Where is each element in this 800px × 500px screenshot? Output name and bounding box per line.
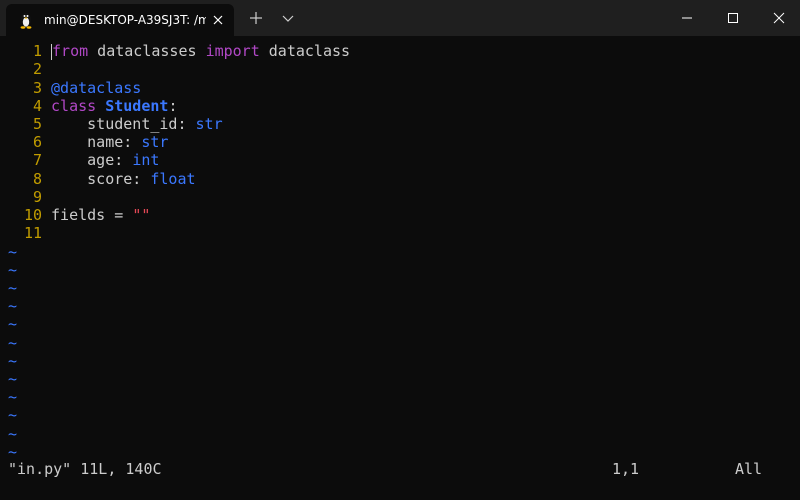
code-text: : xyxy=(168,97,178,115)
code-line: 10 fields = "" xyxy=(8,206,150,224)
minimize-icon xyxy=(682,17,692,19)
code-line: 9 xyxy=(8,188,42,206)
terminal-body[interactable]: 1 from dataclasses import dataclass 2 3 … xyxy=(0,36,800,500)
keyword: import xyxy=(205,42,260,60)
line-number: 9 xyxy=(32,188,42,206)
new-tab-plus-icon[interactable] xyxy=(246,8,266,28)
code-text: dataclass xyxy=(259,42,351,60)
type-name: float xyxy=(150,170,196,188)
code-line: 4 class Student: xyxy=(8,97,178,115)
type-name: str xyxy=(141,133,169,151)
code-text: dataclasses xyxy=(88,42,206,60)
code-text: fields = xyxy=(51,206,133,224)
empty-line-tilde: ~ xyxy=(8,352,18,370)
code-text: student_id: xyxy=(51,115,196,133)
code-line: 1 from dataclasses import dataclass xyxy=(8,42,350,60)
empty-line-tilde: ~ xyxy=(8,406,18,424)
type-name: str xyxy=(195,115,223,133)
line-number: 5 xyxy=(32,115,42,133)
keyword: class xyxy=(51,97,97,115)
empty-line-tilde: ~ xyxy=(8,425,18,443)
code-line: 11 xyxy=(8,224,42,242)
empty-line-tilde: ~ xyxy=(8,297,18,315)
status-cursor-position: 1,1 xyxy=(612,460,640,478)
empty-line-tilde: ~ xyxy=(8,261,18,279)
string-literal: "" xyxy=(132,206,151,224)
line-number: 11 xyxy=(23,224,42,242)
code-line: 7 age: int xyxy=(8,151,159,169)
empty-line-tilde: ~ xyxy=(8,315,18,333)
title-bar: min@DESKTOP-A39SJ3T: /mnt/ xyxy=(0,0,800,36)
maximize-button[interactable] xyxy=(710,0,756,36)
tab-title: min@DESKTOP-A39SJ3T: /mnt/ xyxy=(44,13,206,27)
minimize-button[interactable] xyxy=(664,0,710,36)
empty-line-tilde: ~ xyxy=(8,334,18,352)
type-name: int xyxy=(132,151,160,169)
status-file-info: "in.py" 11L, 140C xyxy=(8,460,162,478)
empty-line-tilde: ~ xyxy=(8,443,18,461)
line-number: 7 xyxy=(32,151,42,169)
decorator: @dataclass xyxy=(51,79,142,97)
empty-line-tilde: ~ xyxy=(8,370,18,388)
code-text: name: xyxy=(51,133,142,151)
code-text: score: xyxy=(51,170,151,188)
status-scroll-indicator: All xyxy=(735,460,763,478)
terminal-tab[interactable]: min@DESKTOP-A39SJ3T: /mnt/ xyxy=(6,4,234,36)
empty-line-tilde: ~ xyxy=(8,388,18,406)
code-line: 8 score: float xyxy=(8,170,196,188)
maximize-icon xyxy=(728,13,738,23)
code-line: 5 student_id: str xyxy=(8,115,223,133)
close-icon xyxy=(773,12,785,24)
code-line: 2 xyxy=(8,60,42,78)
close-tab-icon[interactable] xyxy=(210,12,226,28)
empty-line-tilde: ~ xyxy=(8,279,18,297)
line-number: 1 xyxy=(32,42,42,60)
line-number: 3 xyxy=(32,79,42,97)
line-number: 2 xyxy=(32,60,42,78)
line-number: 6 xyxy=(32,133,42,151)
line-number: 10 xyxy=(23,206,42,224)
keyword: from xyxy=(52,42,89,60)
chevron-down-icon[interactable] xyxy=(278,8,298,28)
close-window-button[interactable] xyxy=(756,0,800,36)
linux-penguin-icon xyxy=(20,13,32,29)
code-text: age: xyxy=(51,151,133,169)
code-line: 6 name: str xyxy=(8,133,168,151)
line-number: 4 xyxy=(32,97,42,115)
code-line: 3 @dataclass xyxy=(8,79,141,97)
empty-line-tilde: ~ xyxy=(8,243,18,261)
class-name: Student xyxy=(105,97,169,115)
line-number: 8 xyxy=(32,170,42,188)
